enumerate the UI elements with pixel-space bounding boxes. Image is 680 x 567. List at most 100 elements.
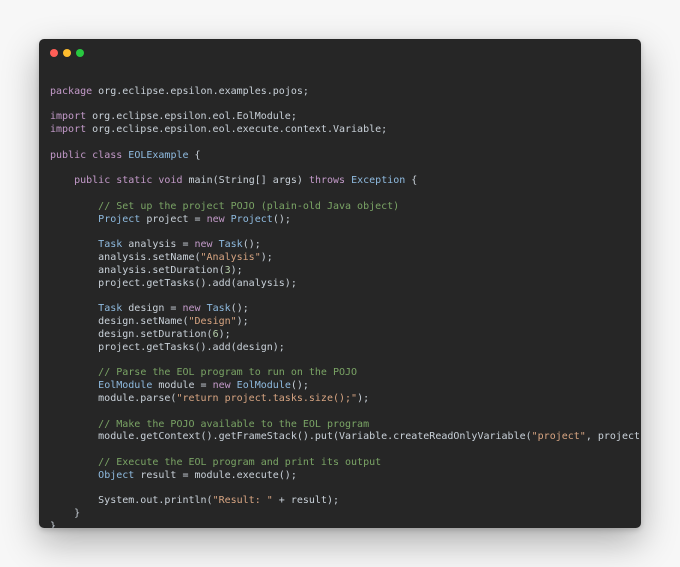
code-text: analysis.setName( [50, 252, 201, 264]
code-line: analysis.setName("Analysis"); [50, 252, 641, 265]
code-line: module.getContext().getFrameStack().put(… [50, 431, 641, 444]
code-text: analysis = [122, 239, 195, 251]
string-token: "Analysis" [200, 252, 261, 264]
code-line: // Parse the EOL program to run on the P… [50, 367, 641, 380]
comment-token: // Set up the project POJO (plain-old Ja… [98, 200, 400, 212]
maximize-window-button[interactable] [76, 49, 84, 57]
code-line: } [50, 521, 641, 528]
code-text: (); [230, 303, 249, 315]
keyword-token: import [50, 124, 87, 136]
code-line: System.out.println("Result: " + result); [50, 495, 641, 508]
code-line: EolModule module = new EolModule(); [50, 380, 641, 393]
code-text: project.getTasks().add(design); [50, 341, 285, 353]
code-text: ); [236, 316, 249, 328]
code-text: { [188, 149, 201, 161]
keyword-token: import [50, 111, 87, 123]
code-text: module = [152, 380, 213, 392]
code-text: analysis.setDuration( [50, 264, 225, 276]
code-line: // Execute the EOL program and print its… [50, 457, 641, 470]
type-token: Task [206, 303, 231, 315]
code-text: System.out.println( [50, 495, 213, 507]
code-window: package org.eclipse.epsilon.examples.poj… [39, 39, 641, 528]
code-line: design.setName("Design"); [50, 316, 641, 329]
code-text: (); [242, 239, 261, 251]
code-text: org.eclipse.epsilon.eol.execute.context.… [86, 124, 388, 136]
minimize-window-button[interactable] [63, 49, 71, 57]
type-token: Object [98, 469, 135, 481]
comment-token: // Parse the EOL program to run on the P… [98, 367, 358, 379]
code-text: { [405, 175, 418, 187]
code-text: } [50, 508, 81, 520]
keyword-token: void [158, 175, 183, 187]
string-token: "Result: " [212, 495, 273, 507]
code-text: module.parse( [50, 392, 177, 404]
code-line: } [50, 508, 641, 521]
type-token: Task [98, 303, 123, 315]
type-token: EolModule [236, 380, 291, 392]
code-line: design.setDuration(6); [50, 329, 641, 342]
code-line: // Make the POJO available to the EOL pr… [50, 419, 641, 432]
keyword-token: new [212, 380, 231, 392]
code-text: , project)); [585, 431, 641, 443]
code-text: project.getTasks().add(analysis); [50, 277, 297, 289]
type-token: Exception [351, 175, 406, 187]
type-token: Project [98, 213, 141, 225]
code-text: ); [357, 392, 370, 404]
code-line: analysis.setDuration(3); [50, 265, 641, 278]
code-line: package org.eclipse.epsilon.examples.poj… [50, 86, 641, 99]
code-line: Task design = new Task(); [50, 303, 641, 316]
close-window-button[interactable] [50, 49, 58, 57]
code-text: (); [272, 213, 291, 225]
code-text: design = [122, 303, 183, 315]
keyword-token: package [50, 85, 93, 97]
keyword-token: new [182, 303, 201, 315]
string-token: "project" [531, 431, 586, 443]
keyword-token: static [116, 175, 153, 187]
string-token: "Design" [188, 316, 237, 328]
keyword-token: public [74, 175, 111, 187]
code-text: ); [230, 264, 243, 276]
keyword-token: new [194, 239, 213, 251]
keyword-token: public [50, 149, 87, 161]
code-line: Object result = module.execute(); [50, 470, 641, 483]
code-line: project.getTasks().add(design); [50, 342, 641, 355]
type-token: Project [230, 213, 273, 225]
code-text: org.eclipse.epsilon.examples.pojos; [92, 85, 309, 97]
code-line: public static void main(String[] args) t… [50, 175, 641, 188]
keyword-token: new [206, 213, 225, 225]
code-block: package org.eclipse.epsilon.examples.poj… [50, 73, 641, 528]
string-token: "return project.tasks.size();" [176, 392, 358, 404]
code-text: (); [290, 380, 309, 392]
code-line: import org.eclipse.epsilon.eol.execute.c… [50, 124, 641, 137]
code-text: main(String[] args) [182, 175, 309, 187]
code-text: org.eclipse.epsilon.eol.EolModule; [86, 111, 297, 123]
type-token: EolModule [98, 380, 153, 392]
type-token: Task [218, 239, 243, 251]
type-token: Task [98, 239, 123, 251]
keyword-token: throws [308, 175, 346, 187]
code-line: Task analysis = new Task(); [50, 239, 641, 252]
code-text: ); [260, 252, 273, 264]
code-text: module.getContext().getFrameStack().put(… [50, 431, 532, 443]
code-text: } [50, 520, 57, 528]
code-line: Project project = new Project(); [50, 214, 641, 227]
type-token: EOLExample [128, 149, 189, 161]
code-text: ); [218, 328, 231, 340]
